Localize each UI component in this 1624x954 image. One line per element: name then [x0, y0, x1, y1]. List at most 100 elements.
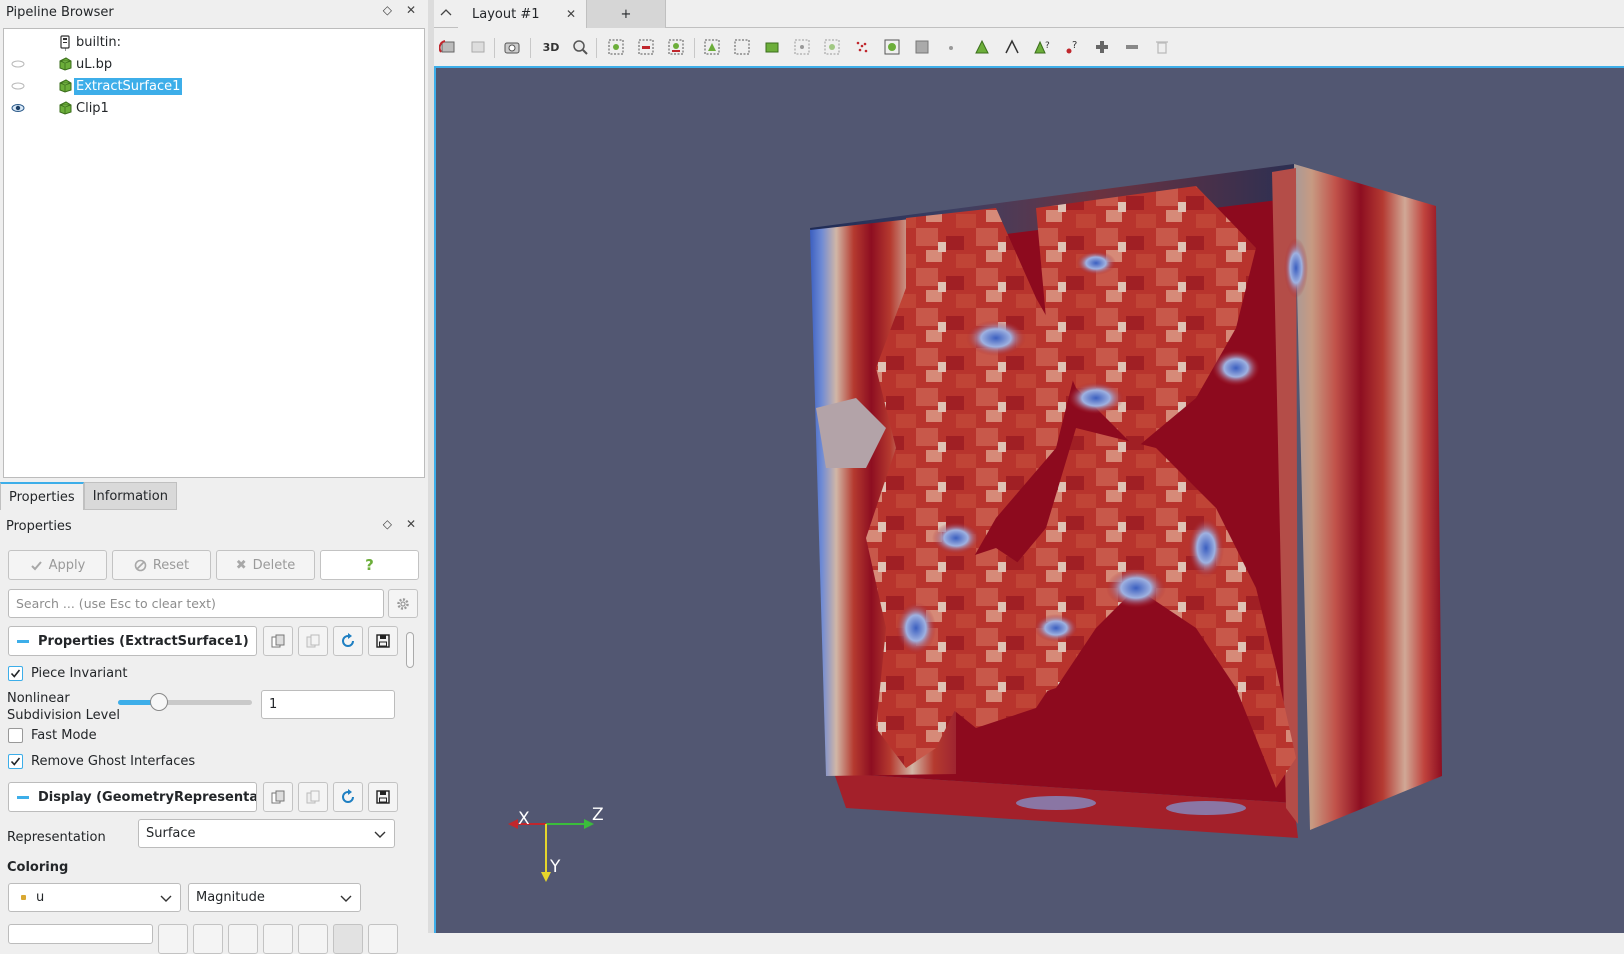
apply-button[interactable]: Apply	[8, 550, 107, 580]
select-points-on-button[interactable]	[636, 37, 656, 57]
copy-display-button[interactable]	[263, 782, 293, 812]
tab-properties[interactable]: Properties	[0, 482, 84, 510]
color-map-button[interactable]	[8, 924, 153, 944]
tab-layout-1[interactable]: Layout #1 ✕	[458, 0, 586, 28]
paste-properties-button[interactable]	[298, 626, 328, 656]
eye-hidden-icon[interactable]	[10, 58, 26, 70]
eye-hidden-icon[interactable]	[10, 80, 26, 92]
select-points-icon	[638, 39, 654, 55]
query-cells-button[interactable]: ?	[1062, 37, 1082, 57]
edge-select-button[interactable]	[1002, 37, 1022, 57]
properties-header: Properties ◇ ✕	[0, 514, 426, 538]
float-icon[interactable]: ◇	[383, 517, 392, 531]
nonlinear-slider-track[interactable]	[118, 693, 252, 711]
reload-properties-button[interactable]	[333, 626, 363, 656]
select-block-icon	[734, 39, 750, 55]
coloring-component-value: Magnitude	[196, 890, 265, 905]
filter-cube-icon	[59, 101, 72, 115]
pipeline-browser-title: Pipeline Browser	[6, 4, 114, 20]
advanced-settings-button[interactable]	[388, 589, 418, 618]
piece-invariant-row[interactable]: Piece Invariant	[8, 666, 127, 681]
hover-cells-button[interactable]	[822, 37, 842, 57]
select-block-button[interactable]	[732, 37, 752, 57]
pipeline-item-builtin[interactable]: builtin:	[4, 31, 424, 53]
coloring-array-value: u	[36, 890, 45, 905]
select-cells-frustum-button[interactable]	[666, 37, 686, 57]
clear-selection-button[interactable]	[942, 37, 962, 57]
select-cells-on-button[interactable]	[606, 37, 626, 57]
close-icon[interactable]: ✕	[406, 517, 416, 531]
close-tab-icon[interactable]: ✕	[566, 7, 576, 21]
toolbar-separator	[494, 38, 495, 58]
pipeline-item-clip1[interactable]: Clip1	[4, 97, 424, 119]
camera-icon	[504, 42, 520, 54]
toggle-3d-button[interactable]: 3D	[538, 37, 564, 57]
eye-visible-icon[interactable]	[10, 102, 26, 114]
coloring-component-select[interactable]: Magnitude	[188, 883, 361, 912]
pipeline-browser-tree[interactable]: builtin: uL.bp ExtractSurface1 Clip1	[3, 28, 425, 478]
properties-search-input[interactable]	[8, 589, 384, 618]
hover-points-button[interactable]	[792, 37, 812, 57]
pipeline-item-extractsurface1[interactable]: ExtractSurface1	[4, 75, 424, 97]
extract-selection-button[interactable]	[972, 37, 992, 57]
grow-selection-icon	[884, 39, 900, 55]
coloring-array-select[interactable]: u	[8, 883, 181, 912]
nonlinear-value-input[interactable]: 1	[261, 690, 395, 719]
toolbar-mini-button[interactable]	[228, 924, 258, 954]
query-points-button[interactable]: ?	[1032, 37, 1052, 57]
help-button[interactable]: ?	[320, 550, 419, 580]
shrink-selection-button[interactable]	[912, 37, 932, 57]
remove-ghost-row[interactable]: Remove Ghost Interfaces	[8, 754, 195, 769]
capture-screenshot-button[interactable]	[502, 37, 522, 57]
pipeline-item-ulbp[interactable]: uL.bp	[4, 53, 424, 75]
float-icon[interactable]: ◇	[383, 3, 392, 17]
apply-icon	[30, 560, 42, 570]
subtract-selection-button[interactable]	[1122, 37, 1142, 57]
zoom-to-box-button[interactable]	[570, 37, 590, 57]
remove-ghost-checkbox[interactable]	[8, 754, 23, 769]
paste-display-button[interactable]	[298, 782, 328, 812]
delete-selection-button[interactable]	[1152, 37, 1172, 57]
toolbar-mini-button[interactable]	[158, 924, 188, 954]
close-icon[interactable]: ✕	[406, 3, 416, 17]
toolbar-mini-button[interactable]	[298, 924, 328, 954]
toolbar-mini-button[interactable]	[193, 924, 223, 954]
representation-select[interactable]: Surface	[138, 819, 395, 848]
add-tab-label: +	[620, 6, 632, 22]
section-properties[interactable]: Properties (ExtractSurface1)	[8, 626, 257, 656]
delete-button[interactable]: ✖ Delete	[216, 550, 315, 580]
reset-button[interactable]: Reset	[112, 550, 211, 580]
minus-icon	[1126, 45, 1138, 49]
tab-information[interactable]: Information	[83, 482, 177, 510]
toolbar-separator	[530, 38, 531, 58]
section-display[interactable]: Display (GeometryRepresentation)	[8, 782, 257, 812]
reload-display-button[interactable]	[333, 782, 363, 812]
fast-mode-row[interactable]: Fast Mode	[8, 728, 97, 743]
interactive-select-button[interactable]	[762, 37, 782, 57]
toolbar-mini-button[interactable]	[263, 924, 293, 954]
select-polygon-button[interactable]	[702, 37, 722, 57]
reset-camera-closest-button[interactable]	[468, 37, 488, 57]
render-view[interactable]: X Z Y	[434, 66, 1624, 933]
toolbar-mini-button[interactable]	[368, 924, 398, 954]
toolbar-mini-button[interactable]	[333, 924, 363, 954]
nonlinear-slider-handle[interactable]	[150, 693, 169, 711]
fast-mode-checkbox[interactable]	[8, 728, 23, 743]
svg-text:?: ?	[1045, 41, 1050, 51]
save-properties-button[interactable]	[368, 626, 398, 656]
properties-scrollbar[interactable]	[406, 632, 414, 668]
piece-invariant-checkbox[interactable]	[8, 666, 23, 681]
grow-selection-button[interactable]	[882, 37, 902, 57]
reset-camera-button[interactable]	[438, 37, 458, 57]
add-selection-button[interactable]	[1092, 37, 1112, 57]
chevron-up-icon[interactable]	[440, 8, 452, 18]
save-display-button[interactable]	[368, 782, 398, 812]
help-label: ?	[365, 556, 374, 574]
select-points-interactive-button[interactable]	[852, 37, 872, 57]
server-icon	[60, 35, 70, 49]
copy-properties-button[interactable]	[263, 626, 293, 656]
triangle-icon	[975, 39, 989, 54]
render-canvas[interactable]: X Z Y	[436, 68, 1624, 933]
add-layout-tab-button[interactable]: +	[586, 0, 666, 28]
select-cells-icon	[608, 39, 624, 55]
